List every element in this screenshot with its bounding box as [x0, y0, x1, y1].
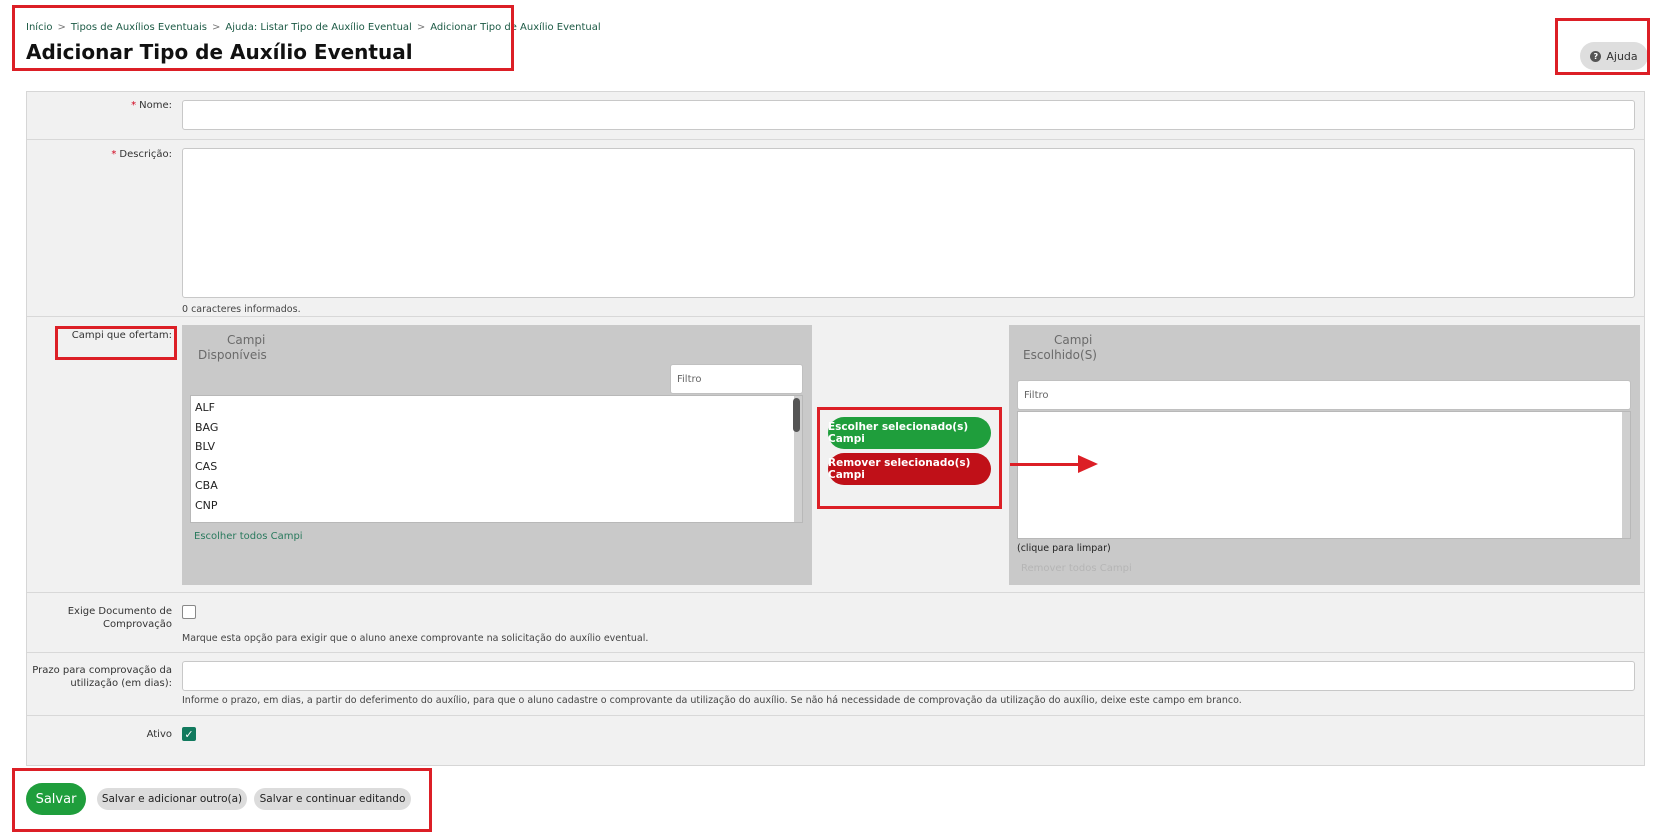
highlight-box-campi-buttons: [817, 407, 1002, 509]
checkmark-icon: ✓: [184, 728, 194, 741]
available-filter-input[interactable]: Filtro: [670, 364, 803, 394]
row-nome: * Nome:: [27, 92, 1644, 140]
ativo-checkbox[interactable]: ✓: [182, 727, 196, 741]
descricao-textarea[interactable]: [182, 148, 1635, 298]
exige-documento-help: Marque esta opção para exigir que o alun…: [182, 633, 649, 644]
choose-all-link[interactable]: Escolher todos Campi: [194, 531, 303, 542]
highlight-box-actions: [12, 768, 432, 832]
highlight-box-help: [1555, 18, 1650, 75]
label-nome-text: Nome:: [139, 100, 172, 111]
row-prazo: Prazo para comprovação da utilização (em…: [27, 653, 1644, 716]
chosen-title-2: Escolhido(S): [1023, 348, 1097, 362]
exige-documento-checkbox[interactable]: [182, 605, 196, 619]
label-prazo-line1: Prazo para comprovação da: [32, 665, 172, 676]
list-item[interactable]: BLV: [191, 437, 802, 457]
label-prazo: Prazo para comprovação da utilização (em…: [32, 664, 172, 690]
label-ativo: Ativo: [146, 729, 172, 740]
chosen-title-1: Campi: [1054, 333, 1093, 347]
remove-all-link[interactable]: Remover todos Campi: [1021, 563, 1132, 574]
list-item[interactable]: CNP: [191, 496, 802, 516]
chosen-listbox[interactable]: [1017, 411, 1631, 539]
label-exige-line2: Comprovação: [103, 619, 172, 630]
prazo-input[interactable]: [182, 661, 1635, 691]
highlight-box-header: [12, 5, 514, 71]
label-exige-line1: Exige Documento de: [67, 606, 172, 617]
required-mark: *: [131, 100, 137, 111]
list-item[interactable]: ALF: [191, 398, 802, 418]
available-title-2: Disponíveis: [198, 348, 267, 362]
required-mark: *: [111, 149, 117, 160]
row-descricao: * Descrição: 0 caracteres informados.: [27, 140, 1644, 317]
clear-hint[interactable]: (clique para limpar): [1017, 543, 1111, 554]
label-exige-documento: Exige Documento de Comprovação: [68, 605, 172, 631]
label-descricao-text: Descrição:: [119, 149, 172, 160]
char-counter: 0 caracteres informados.: [182, 304, 301, 315]
label-prazo-line2: utilização (em dias):: [70, 678, 172, 689]
label-descricao: * Descrição:: [111, 148, 172, 161]
available-listbox[interactable]: ALF BAG BLV CAS CBA CNP: [190, 395, 803, 523]
chosen-filter-input[interactable]: Filtro: [1017, 380, 1631, 410]
arrow-annotation-line: [1010, 463, 1080, 466]
list-item[interactable]: BAG: [191, 418, 802, 438]
campi-available-panel: Campi Disponíveis Filtro ALF BAG BLV CAS…: [182, 325, 812, 585]
nome-input[interactable]: [182, 100, 1635, 130]
campi-chosen-panel: Campi Escolhido(S) Filtro (clique para l…: [1009, 325, 1640, 585]
label-nome: * Nome:: [131, 99, 172, 112]
row-exige-documento: Exige Documento de Comprovação Marque es…: [27, 593, 1644, 653]
available-title-1: Campi: [227, 333, 266, 347]
arrow-annotation-icon: [1078, 455, 1098, 473]
list-item[interactable]: CBA: [191, 476, 802, 496]
available-scrollbar[interactable]: [793, 398, 800, 432]
row-ativo: Ativo ✓: [27, 716, 1644, 766]
list-item[interactable]: CAS: [191, 457, 802, 477]
chosen-scrolltrack[interactable]: [1622, 412, 1630, 538]
prazo-help: Informe o prazo, em dias, a partir do de…: [182, 695, 1242, 706]
highlight-box-campi-label: [55, 326, 177, 360]
